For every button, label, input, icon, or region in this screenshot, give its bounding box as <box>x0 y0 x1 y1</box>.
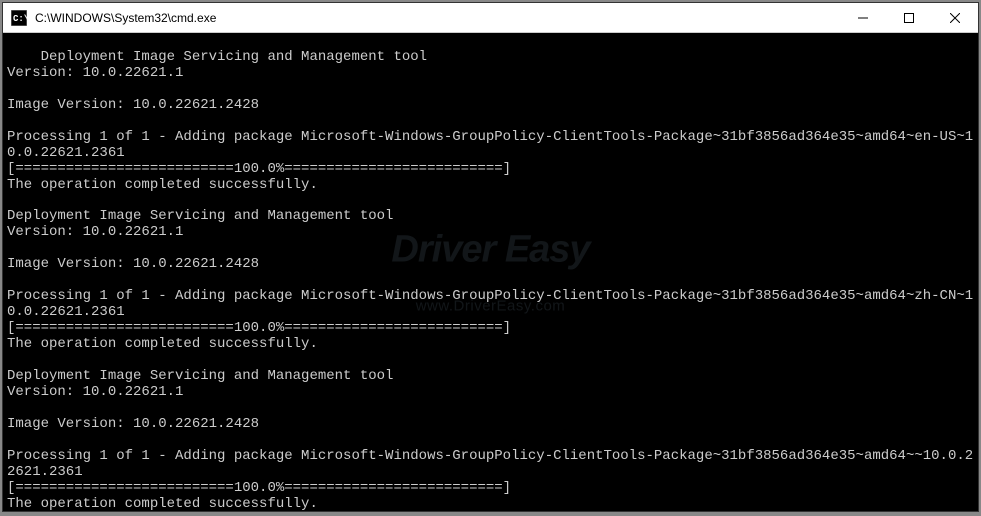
close-button[interactable] <box>932 3 978 32</box>
terminal-line: [==========================100.0%=======… <box>7 480 511 496</box>
terminal-line: Version: 10.0.22621.1 <box>7 384 183 400</box>
terminal-line: Image Version: 10.0.22621.2428 <box>7 256 259 272</box>
terminal-line: Image Version: 10.0.22621.2428 <box>7 416 259 432</box>
terminal-line: Version: 10.0.22621.1 <box>7 65 183 81</box>
watermark-logo: Driver Easy <box>391 231 589 269</box>
titlebar[interactable]: C:\ C:\WINDOWS\System32\cmd.exe <box>3 3 978 33</box>
terminal-line: [==========================100.0%=======… <box>7 161 511 177</box>
terminal-line: Processing 1 of 1 - Adding package Micro… <box>7 129 973 161</box>
window-title: C:\WINDOWS\System32\cmd.exe <box>35 11 840 25</box>
svg-text:C:\: C:\ <box>13 14 27 24</box>
window-controls <box>840 3 978 32</box>
terminal-line: Version: 10.0.22621.1 <box>7 224 183 240</box>
terminal-line: Deployment Image Servicing and Managemen… <box>41 49 427 65</box>
terminal-line: Processing 1 of 1 - Adding package Micro… <box>7 288 973 320</box>
cmd-window: C:\ C:\WINDOWS\System32\cmd.exe Driver E… <box>2 2 979 512</box>
terminal-line: Deployment Image Servicing and Managemen… <box>7 208 393 224</box>
terminal-line: The operation completed successfully. <box>7 496 318 511</box>
cmd-icon: C:\ <box>11 10 27 26</box>
minimize-button[interactable] <box>840 3 886 32</box>
terminal-line: Processing 1 of 1 - Adding package Micro… <box>7 448 973 480</box>
terminal-line: [==========================100.0%=======… <box>7 320 511 336</box>
terminal-line: Image Version: 10.0.22621.2428 <box>7 97 259 113</box>
terminal-line: The operation completed successfully. <box>7 336 318 352</box>
terminal-output[interactable]: Driver Easy www.DriverEasy.com Deploymen… <box>3 33 978 511</box>
terminal-line: The operation completed successfully. <box>7 177 318 193</box>
terminal-line: Deployment Image Servicing and Managemen… <box>7 368 393 384</box>
maximize-button[interactable] <box>886 3 932 32</box>
